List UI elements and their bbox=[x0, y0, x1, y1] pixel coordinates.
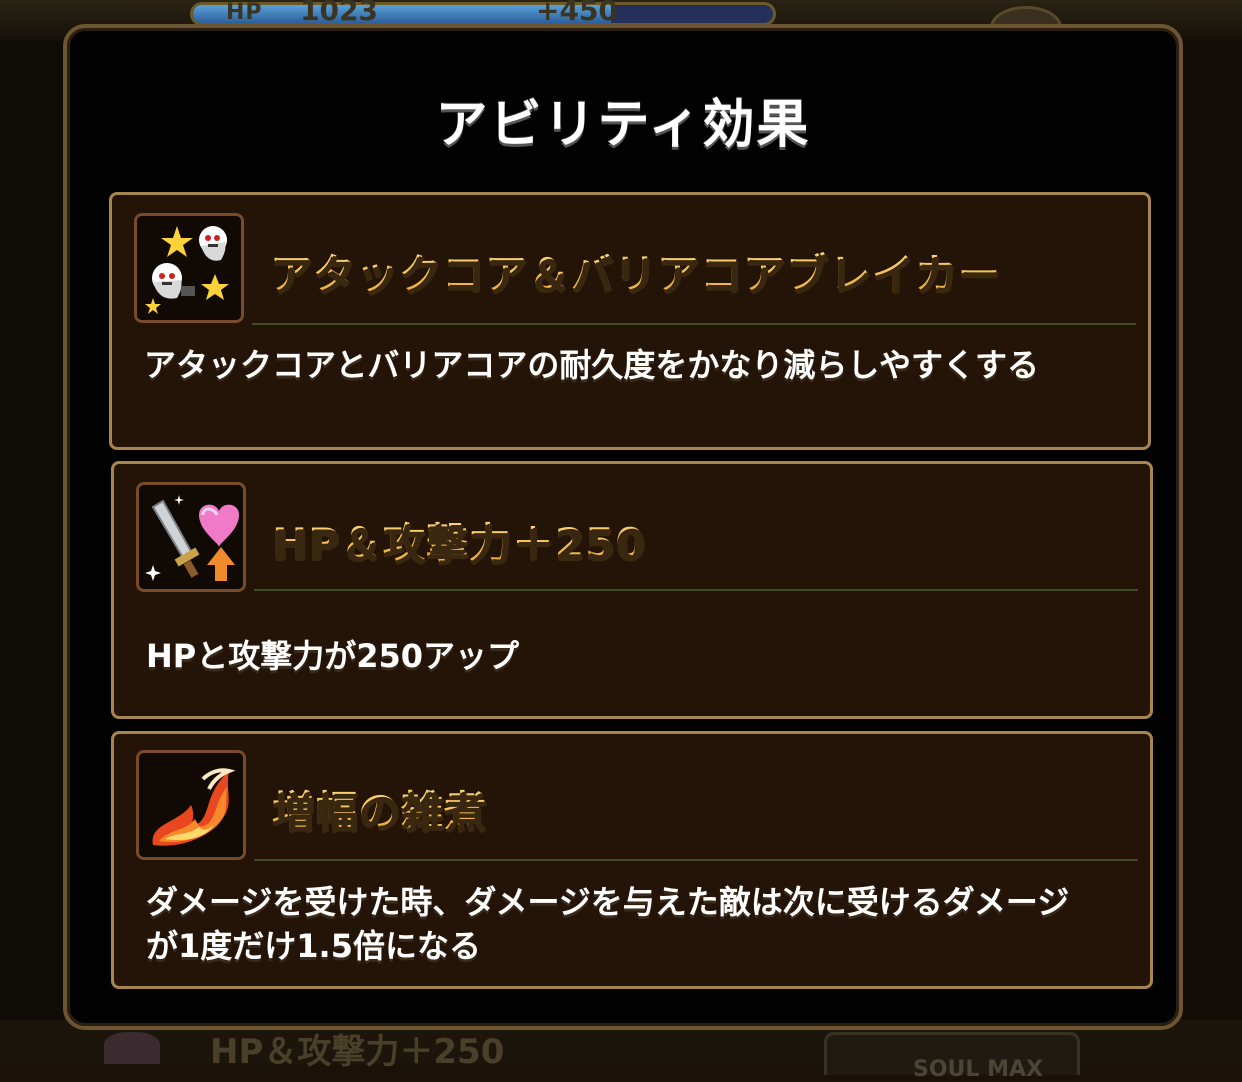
ability-description-2: HPと攻撃力が250アップ bbox=[146, 637, 520, 675]
hp-bar bbox=[190, 2, 776, 26]
ability-card-3[interactable]: 増幅の雑煮 ダメージを受けた時、ダメージを与えた敵は次に受けるダメージが1度だけ… bbox=[111, 731, 1153, 989]
hp-bonus: +450 bbox=[536, 0, 618, 27]
ability-name-3: 増幅の雑煮 bbox=[272, 778, 487, 839]
background-soul-max-button: SOUL MAX bbox=[824, 1032, 1080, 1082]
ability-name-1: アタックコア＆バリアコアブレイカー bbox=[270, 241, 1001, 302]
ability-description-3: ダメージを受けた時、ダメージを与えた敵は次に受けるダメージが1度だけ1.5倍にな… bbox=[146, 883, 1070, 965]
ability-card-2[interactable]: HP＆攻撃力＋250 HPと攻撃力が250アップ bbox=[111, 461, 1153, 719]
sword-heart-up-icon bbox=[136, 482, 246, 592]
ability-card-1[interactable]: アタックコア＆バリアコアブレイカー アタックコアとバリアコアの耐久度をかなり減ら… bbox=[109, 192, 1151, 450]
ghost-core-break-icon bbox=[134, 213, 244, 323]
divider bbox=[252, 323, 1136, 325]
background-heart-icon bbox=[104, 1032, 160, 1064]
modal-title: アビリティ効果 bbox=[435, 95, 811, 155]
background-ability-text: HP＆攻撃力＋250 bbox=[210, 1032, 505, 1072]
hp-label: HP bbox=[226, 0, 263, 25]
background-left-edge bbox=[0, 40, 64, 1020]
background-right-edge bbox=[1182, 40, 1242, 1020]
divider bbox=[254, 589, 1138, 591]
divider bbox=[254, 859, 1138, 861]
ability-effects-modal[interactable]: アビリティ効果 アタックコア＆バリアコアブレイカー アタックコアとバリアコアの耐… bbox=[63, 24, 1183, 1030]
ability-name-2: HP＆攻撃力＋250 bbox=[272, 510, 646, 571]
background-soul-max-label: SOUL MAX bbox=[913, 1057, 1043, 1082]
flame-icon bbox=[136, 750, 246, 860]
ability-description-1: アタックコアとバリアコアの耐久度をかなり減らしやすくする bbox=[144, 346, 1040, 384]
hp-value: 1023 bbox=[300, 0, 378, 27]
